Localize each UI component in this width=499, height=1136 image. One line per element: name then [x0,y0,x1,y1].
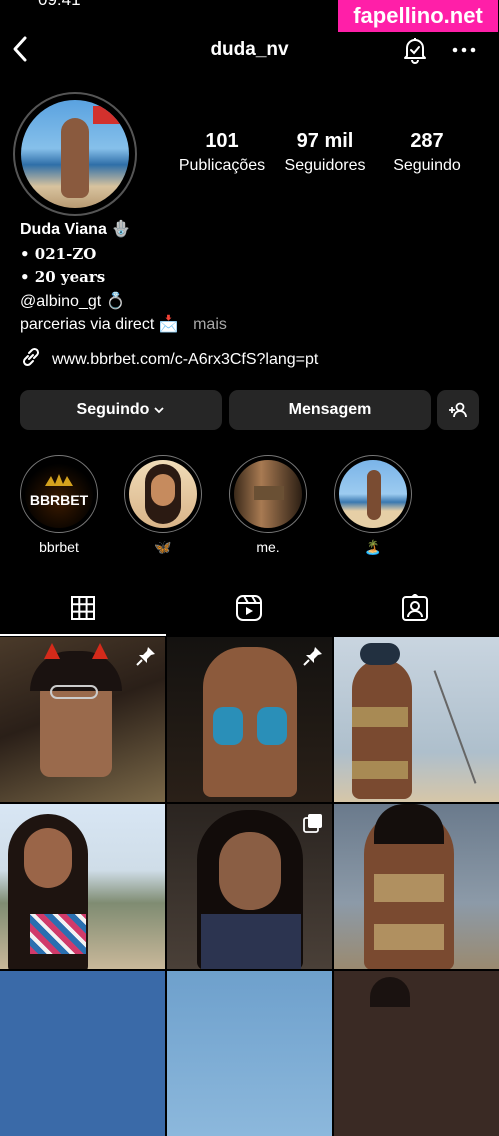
pin-icon [135,645,157,667]
stat-posts-label: Publicações [178,157,266,174]
grid-post[interactable] [334,971,499,1136]
grid-post[interactable] [334,804,499,969]
following-button-label: Seguindo [76,401,150,418]
watermark: fapellino.net [338,0,498,32]
notification-bell-icon[interactable] [401,36,429,64]
avatar-figure-shape [61,118,89,198]
stat-posts[interactable]: 101 Publicações [172,130,272,175]
highlight-label: 🏝️ [364,539,382,555]
stat-following-label: Seguindo [393,157,461,174]
bio-name: Duda Viana 🪬 [20,221,132,238]
top-navigation: duda_nv [0,30,499,70]
highlight-me[interactable]: me. [227,455,309,555]
highlight-label: bbrbet [39,539,79,555]
grid-post[interactable] [0,637,165,802]
posts-grid [0,637,499,1136]
reels-icon [235,594,263,622]
bio-partnerships: parcerias via direct 📩 mais [20,314,227,334]
grid-post[interactable] [334,637,499,802]
highlight-ring [124,455,202,533]
message-button[interactable]: Mensagem [229,390,431,430]
stat-following-value: 287 [410,130,444,152]
tab-posts[interactable] [0,580,166,636]
stat-followers[interactable]: 97 mil Seguidores [275,130,375,175]
avatar-flag-shape [93,106,123,124]
stat-posts-value: 101 [205,130,239,152]
bio-more-link[interactable]: mais [193,316,227,333]
external-link-text: www.bbrbet.com/c-A6rx3CfS?lang=pt [52,350,319,368]
grid-post[interactable] [167,804,332,969]
stat-following[interactable]: 287 Seguindo [377,130,477,175]
more-horizontal-icon[interactable] [450,36,478,64]
stat-followers-label: Seguidores [284,157,366,174]
chevron-down-icon [153,404,165,416]
bio-line-1: • 𝟎𝟐𝟏-𝐙𝐎 [20,245,97,263]
highlight-label: me. [256,539,280,555]
profile-tabs [0,580,499,636]
highlight-image [234,460,302,528]
following-button[interactable]: Seguindo [20,390,222,430]
grid-icon [70,595,96,621]
highlight-image: BBRBET [25,460,93,528]
external-link[interactable]: www.bbrbet.com/c-A6rx3CfS?lang=pt [20,346,318,373]
bio-mention[interactable]: @albino_gt 💍 [20,291,126,311]
carousel-icon [302,812,324,834]
link-icon [20,346,42,373]
message-button-label: Mensagem [288,401,372,418]
grid-post[interactable] [167,971,332,1136]
add-person-button[interactable] [437,390,479,430]
bio-partnerships-text: parcerias via direct 📩 [20,316,179,333]
grid-post[interactable] [0,971,165,1136]
highlight-ring [229,455,307,533]
highlight-ring: BBRBET [20,455,98,533]
tagged-icon [401,594,429,622]
highlight-label: 🦋 [154,539,172,555]
pin-icon [302,645,324,667]
grid-post[interactable] [0,804,165,969]
status-time: 09:41 [38,0,81,10]
stat-followers-value: 97 mil [296,130,354,152]
highlight-beach[interactable]: 🏝️ [332,455,414,556]
bbrbet-logo-text: BBRBET [29,492,89,508]
highlight-ring [334,455,412,533]
grid-post[interactable] [167,637,332,802]
highlight-butterfly[interactable]: 🦋 [122,455,204,556]
highlight-image [129,460,197,528]
highlight-image [339,460,407,528]
tab-tagged[interactable] [332,580,498,636]
avatar[interactable] [21,100,129,208]
add-person-icon [447,399,469,421]
highlight-bbrbet[interactable]: BBRBET bbrbet [18,455,100,555]
bio-line-2: • 20 𝐲𝐞𝐚𝐫𝐬 [20,268,106,286]
tab-reels[interactable] [166,580,332,636]
active-tab-indicator [0,634,166,636]
